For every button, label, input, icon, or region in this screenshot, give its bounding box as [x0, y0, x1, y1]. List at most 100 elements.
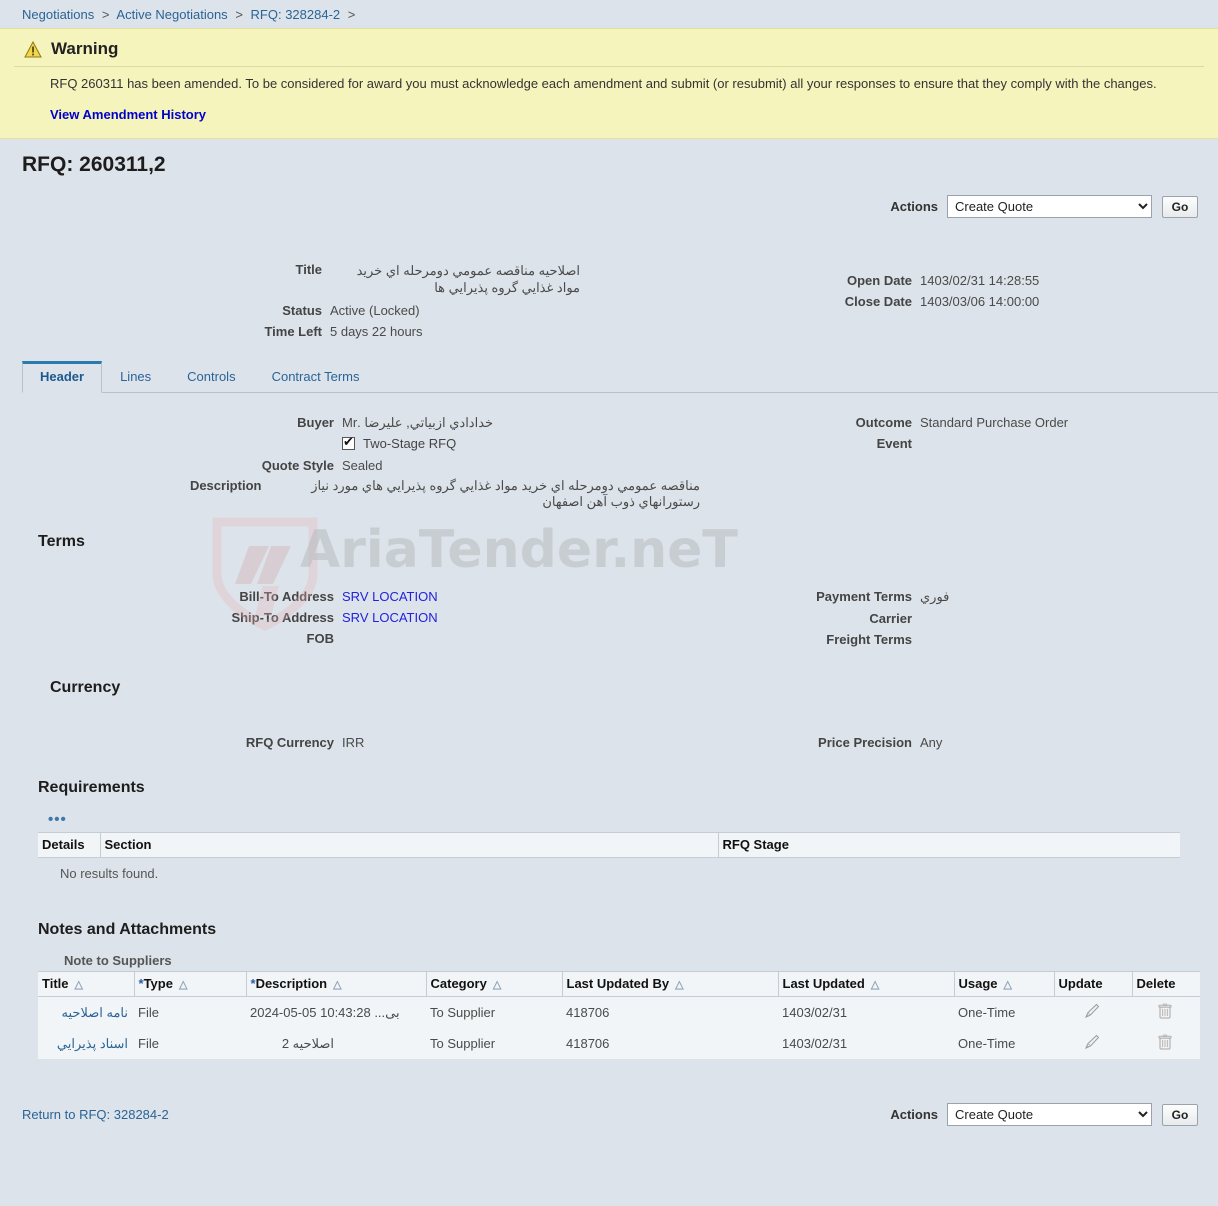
rfq-summary: Title اصلاحیه مناقصه عمومي دومرحله اي خر…	[0, 224, 1218, 344]
go-button-bottom[interactable]: Go	[1162, 1103, 1198, 1126]
column-header-usage[interactable]: Usage △	[954, 971, 1055, 997]
field-value: 1403/02/31 14:28:55	[920, 273, 1040, 288]
cell-usage: One-Time	[958, 1005, 1016, 1020]
field-bill-to-address: Bill-To Address SRV LOCATION	[0, 589, 700, 604]
ship-to-address-link[interactable]: SRV LOCATION	[342, 610, 438, 625]
cell-delete	[1132, 997, 1200, 1029]
field-label: RFQ Currency	[245, 735, 334, 750]
column-header-last-updated[interactable]: Last Updated △	[778, 971, 955, 997]
field-outcome: Outcome Standard Purchase Order	[720, 415, 1200, 430]
sort-ascending-icon[interactable]: △	[75, 978, 83, 991]
currency-left: RFQ Currency IRR	[0, 735, 700, 750]
bill-to-address-link[interactable]: SRV LOCATION	[342, 589, 438, 604]
cell-last-updated: 1403/02/31	[782, 1036, 848, 1051]
sort-ascending-icon[interactable]: △	[871, 978, 879, 991]
rfq-summary-right: Open Date 1403/02/31 14:28:55 Close Date…	[720, 273, 1200, 309]
field-status: Status Active (Locked)	[0, 303, 600, 318]
column-label: Type	[143, 976, 173, 991]
attachment-title-link[interactable]: نامه اصلاحیه	[62, 1005, 128, 1020]
cell-update	[1054, 1028, 1132, 1059]
pencil-icon[interactable]	[1083, 1002, 1101, 1020]
cell-last-updated-by: 418706	[566, 1036, 610, 1051]
column-header-last-updated-by[interactable]: Last Updated By △	[562, 971, 779, 997]
column-header-section[interactable]: Section	[100, 832, 719, 858]
terms-section: Bill-To Address SRV LOCATION Ship-To Add…	[0, 589, 1218, 667]
column-label: Description	[255, 976, 328, 991]
actions-label: Actions	[890, 199, 938, 214]
header-details-right: Outcome Standard Purchase Order Event	[720, 415, 1200, 451]
column-header-delete: Delete	[1132, 971, 1200, 997]
trash-icon[interactable]	[1156, 1033, 1174, 1051]
field-value: 1403/03/06 14:00:00	[920, 294, 1040, 309]
breadcrumb-item-negotiations[interactable]: Negotiations	[22, 7, 94, 22]
pencil-icon[interactable]	[1083, 1033, 1101, 1051]
field-label: Ship-To Address	[231, 610, 334, 625]
field-label: Price Precision	[818, 735, 912, 750]
sort-ascending-icon[interactable]: △	[333, 978, 341, 991]
column-header-type[interactable]: *Type △	[134, 971, 247, 997]
warning-message: RFQ 260311 has been amended. To be consi…	[50, 76, 1157, 91]
cell-title: اسناد پذيرايي	[38, 1028, 134, 1059]
terms-right: Payment Terms فوري Carrier Freight Terms	[720, 589, 1200, 647]
notes-attachments-table: Title △ *Type △ *Description △ Category △ La…	[38, 971, 1200, 1059]
field-close-date: Close Date 1403/03/06 14:00:00	[720, 294, 1200, 309]
field-label: Title	[295, 262, 323, 277]
tab-contract-terms[interactable]: Contract Terms	[253, 362, 378, 393]
cell-description: 2024-05-05 10:43:28 ...بی	[250, 1004, 400, 1020]
sort-ascending-icon[interactable]: △	[493, 978, 501, 991]
table-header-row: Title △ *Type △ *Description △ Category △ La…	[38, 971, 1200, 997]
tab-controls[interactable]: Controls	[169, 362, 254, 393]
field-ship-to-address: Ship-To Address SRV LOCATION	[0, 610, 700, 625]
rfq-summary-left: Title اصلاحیه مناقصه عمومي دومرحله اي خر…	[0, 224, 600, 339]
breadcrumb-separator: >	[347, 7, 356, 22]
go-button[interactable]: Go	[1162, 195, 1198, 218]
tab-header[interactable]: Header	[22, 361, 103, 393]
table-row: اسناد پذيرايي File اصلاحیه 2 To Supplier…	[38, 1028, 1200, 1059]
field-label: Outcome	[855, 415, 912, 430]
cell-last-updated: 1403/02/31	[782, 1005, 848, 1020]
tab-lines[interactable]: Lines	[102, 362, 170, 393]
trash-icon[interactable]	[1156, 1002, 1174, 1020]
cell-category: To Supplier	[430, 1036, 496, 1051]
field-label: Payment Terms	[816, 589, 912, 604]
field-value: Active (Locked)	[330, 303, 420, 318]
field-title: Title اصلاحیه مناقصه عمومي دومرحله اي خر…	[0, 262, 600, 296]
view-amendment-history-link[interactable]: View Amendment History	[50, 107, 206, 122]
column-header-description[interactable]: *Description △	[246, 971, 427, 997]
note-to-suppliers-label: Note to Suppliers	[64, 953, 172, 968]
cell-type: File	[138, 1036, 159, 1051]
field-label: Buyer	[297, 415, 334, 430]
requirements-heading: Requirements	[38, 779, 145, 796]
return-to-rfq-link[interactable]: Return to RFQ: 328284-2	[22, 1107, 169, 1122]
requirements-empty-message: No results found.	[60, 866, 159, 881]
cell-category: To Supplier	[430, 1005, 496, 1020]
column-header-details[interactable]: Details	[38, 832, 101, 858]
field-label: Description	[189, 478, 262, 493]
field-carrier: Carrier	[720, 611, 1200, 626]
column-header-rfq-stage[interactable]: RFQ Stage	[718, 832, 1180, 858]
two-stage-rfq-label: Two-Stage RFQ	[363, 436, 457, 451]
column-header-title[interactable]: Title △	[38, 971, 135, 997]
terms-left: Bill-To Address SRV LOCATION Ship-To Add…	[0, 589, 700, 646]
breadcrumb-item-rfq[interactable]: RFQ: 328284-2	[251, 7, 341, 22]
column-label: Last Updated	[782, 976, 865, 991]
column-header-category[interactable]: Category △	[426, 971, 563, 997]
header-details-left: Buyer خدادادي ازبياتي, علیرضا .Mr Two-St…	[0, 415, 700, 510]
warning-banner: Warning RFQ 260311 has been amended. To …	[0, 28, 1218, 139]
actions-select[interactable]: Create Quote	[947, 195, 1152, 218]
ellipsis-icon[interactable]: •••	[48, 811, 1218, 828]
column-label: Last Updated By	[566, 976, 670, 991]
two-stage-rfq-checkbox[interactable]	[342, 434, 355, 450]
field-rfq-currency: RFQ Currency IRR	[0, 735, 700, 750]
sort-ascending-icon[interactable]: △	[179, 978, 187, 991]
requirements-table: Details Section RFQ Stage	[38, 832, 1180, 858]
bottom-actions-bar: Actions Create Quote Go	[890, 1103, 1198, 1126]
sort-ascending-icon[interactable]: △	[1004, 978, 1012, 991]
attachment-title-link[interactable]: اسناد پذيرايي	[57, 1036, 128, 1051]
field-buyer: Buyer خدادادي ازبياتي, علیرضا .Mr	[0, 415, 700, 431]
actions-select-bottom[interactable]: Create Quote	[947, 1103, 1152, 1126]
cell-last-updated-by: 418706	[566, 1005, 610, 1020]
notes-attachments-heading: Notes and Attachments	[38, 921, 217, 938]
breadcrumb-item-active-negotiations[interactable]: Active Negotiations	[116, 7, 227, 22]
sort-ascending-icon[interactable]: △	[675, 978, 683, 991]
